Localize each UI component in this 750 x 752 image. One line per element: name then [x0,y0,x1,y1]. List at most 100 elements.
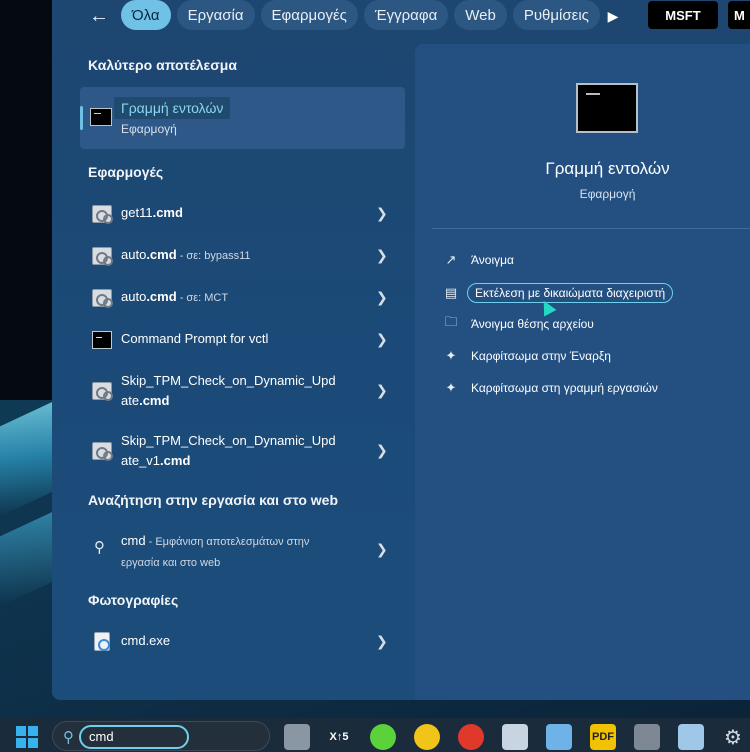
desktop-dark-area [0,0,52,400]
web-search-heading: Αναζήτηση στην εργασία και στο web [88,492,339,508]
item-ext: .cmd [146,289,177,304]
run-as-admin-action[interactable]: ▤ Εκτέλεση με δικαιώματα διαχειριστή [443,282,674,304]
command-prompt-icon [576,83,638,133]
item-name: Command Prompt for vctl [121,331,269,346]
best-result-item[interactable]: Γραμμή εντολών Εφαρμογή [80,87,405,149]
chevron-right-icon[interactable]: ❯ [376,382,388,399]
item-ext: .exe [145,633,171,648]
web-query: cmd [121,533,146,548]
item-name-cont: ate [121,393,140,408]
action-label: Καρφίτσωμα στη γραμμή εργασιών [471,381,658,395]
pin-to-taskbar-action[interactable]: ✦ Καρφίτσωμα στη γραμμή εργασιών [443,377,658,399]
command-prompt-icon [90,108,112,126]
item-ext: .cmd [160,453,191,468]
list-item[interactable]: Command Prompt for vctl ❯ [88,328,398,352]
list-item[interactable]: auto.cmd - σε: bypass11 ❯ [88,244,398,268]
search-icon: ⚲ [94,539,105,556]
best-result-subtitle: Εφαρμογή [121,122,177,136]
cmd-file-icon [92,205,113,224]
list-item[interactable]: Skip_TPM_Check_on_Dynamic_Update.cmd ❯ [88,370,398,414]
action-label: Καρφίτσωμα στην Έναρξη [471,349,611,363]
item-name: Skip_TPM_Check_on_Dynamic_Upd [121,433,336,448]
item-name: cmd [121,633,146,648]
settings-gear-icon[interactable]: ⚙ [720,724,746,750]
detail-title: Γραμμή εντολών [545,159,670,178]
taskbar: ⚲ cmd X↑5 PDF ⚙ [0,718,750,752]
chevron-right-icon[interactable]: ❯ [376,289,388,306]
chevron-right-icon[interactable]: ❯ [376,541,388,558]
cmd-file-icon [92,382,113,401]
calculator-icon[interactable] [634,724,660,750]
search-panel: ← Όλα Εργασία Εφαρμογές Έγγραφα Web Ρυθμ… [52,0,750,700]
folder-icon: 🗀 [444,314,458,329]
more-filters-play-icon[interactable]: ▶ [602,5,624,27]
cmd-file-icon [92,289,113,308]
chevron-right-icon[interactable]: ❯ [376,205,388,222]
open-action[interactable]: ↗ Άνοιγμα [443,249,514,271]
yellow-power-app-icon[interactable] [414,724,440,750]
tab-documents[interactable]: Έγγραφα [363,0,449,30]
tab-all[interactable]: Όλα [121,0,171,30]
item-name: auto [121,247,147,262]
tab-settings[interactable]: Ρυθμίσεις [512,0,600,30]
search-input[interactable]: cmd [79,725,189,749]
pdf-app-icon[interactable]: PDF [590,724,616,750]
best-result-heading: Καλύτερο αποτέλεσμα [88,57,237,73]
msft-stock-tile[interactable]: MSFT [648,1,718,29]
chevron-right-icon[interactable]: ❯ [376,331,388,348]
pin-icon: ✦ [445,348,457,363]
divider [432,228,750,229]
open-file-location-action[interactable]: 🗀 Άνοιγμα θέσης αρχείου [443,313,594,335]
image-app-icon[interactable] [546,724,572,750]
list-item[interactable]: Skip_TPM_Check_on_Dynamic_Upd ate_v1.cmd … [88,430,398,474]
red-power-app-icon[interactable] [458,724,484,750]
apps-heading: Εφαρμογές [88,164,164,180]
exe-file-icon [94,632,110,651]
green-app-icon[interactable] [370,724,396,750]
filter-tabs: Όλα Εργασία Εφαρμογές Έγγραφα Web Ρυθμίσ… [121,0,600,30]
item-name-cont: ate_v1 [121,453,161,468]
open-external-icon: ↗ [445,252,457,267]
pin-icon: ✦ [445,380,457,395]
task-view-icon[interactable] [284,724,310,750]
item-location: - σε: bypass11 [176,250,251,262]
start-windows-icon[interactable] [16,726,38,748]
cmd-file-icon [92,247,113,266]
list-item[interactable]: cmd.exe ❯ [88,630,398,654]
shield-icon: ▤ [444,285,458,300]
item-ext: .cmd [152,205,183,220]
pin-to-start-action[interactable]: ✦ Καρφίτσωμα στην Έναρξη [443,345,611,367]
tab-apps[interactable]: Εφαρμογές [260,0,358,30]
list-item[interactable]: get11.cmd ❯ [88,202,398,226]
detail-subtitle: Εφαρμογή [579,187,636,201]
tab-web[interactable]: Web [454,0,507,30]
cmd-file-icon [92,442,113,461]
tab-work[interactable]: Εργασία [176,0,255,30]
taskbar-search[interactable]: ⚲ cmd [52,721,270,751]
chevron-right-icon[interactable]: ❯ [376,442,388,459]
detail-pane: Γραμμή εντολών Εφαρμογή ↗ Άνοιγμα ▤ Εκτέ… [415,44,750,700]
item-location: - σε: MCT [176,292,229,304]
search-icon: ⚲ [63,729,74,746]
web-search-item[interactable]: ⚲ cmd - Εμφάνιση αποτελεσμάτων στην εργασ… [88,530,398,574]
x5-app-icon[interactable]: X↑5 [326,724,352,750]
best-result-title: Γραμμή εντολών [114,97,231,119]
list-item[interactable]: auto.cmd - σε: MCT ❯ [88,286,398,310]
photos-heading: Φωτογραφίες [88,592,179,608]
action-label: Άνοιγμα θέσης αρχείου [471,317,594,331]
web-desc: - Εμφάνιση αποτελεσμάτων στην [145,536,310,548]
chevron-right-icon[interactable]: ❯ [376,633,388,650]
action-label: Άνοιγμα [471,253,514,267]
monitor-app-icon[interactable] [678,724,704,750]
item-ext: .cmd [146,247,177,262]
command-prompt-icon [92,331,112,349]
item-ext: .cmd [139,393,170,408]
more-tile[interactable]: M [728,1,750,29]
item-name: auto [121,289,147,304]
back-arrow-icon[interactable]: ← [86,3,112,29]
action-label: Εκτέλεση με δικαιώματα διαχειριστή [467,283,674,303]
item-name: Skip_TPM_Check_on_Dynamic_Upd [121,373,336,388]
chevron-right-icon[interactable]: ❯ [376,247,388,264]
filter-bar: ← Όλα Εργασία Εφαρμογές Έγγραφα Web Ρυθμ… [52,0,750,32]
network-app-icon[interactable] [502,724,528,750]
